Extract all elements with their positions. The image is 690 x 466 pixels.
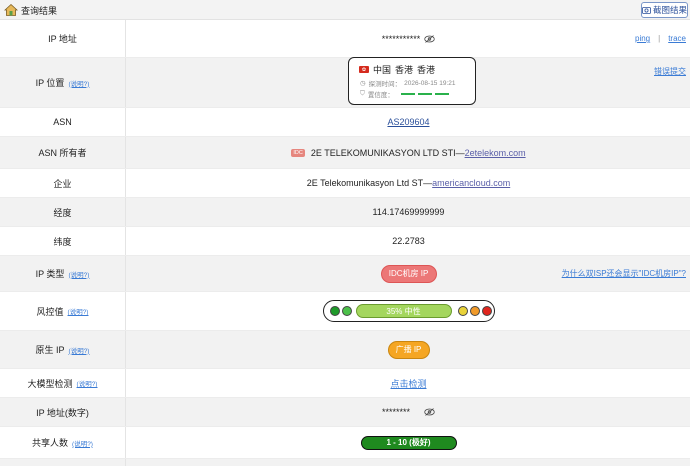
row-shared-users: 共享人数 (说明?) 1 - 10 (极好) [0, 427, 690, 459]
trace-link[interactable]: trace [668, 34, 686, 43]
ip-numeric-value: ******** [381, 407, 411, 417]
clock-icon: ◷ [360, 80, 366, 87]
ip-value: *********** [381, 33, 421, 44]
row-longitude: 经度 114.17469999999 [0, 198, 690, 227]
confidence-label: 置信度： [367, 92, 394, 99]
longitude-value: 114.17469999999 [372, 207, 445, 217]
label-latitude: 纬度 [53, 236, 72, 247]
probe-time: 2026-08-15 19:21 [404, 79, 456, 87]
asn-link[interactable]: AS209604 [387, 117, 429, 127]
idc-badge: IDC [291, 148, 305, 157]
label-risk: 风控值 [36, 306, 64, 317]
ping-link[interactable]: ping [635, 34, 650, 43]
row-asn: ASN AS209604 [0, 108, 690, 137]
row-location: IP 位置 (说明?) ✿ 中国 香港 香港 ◷ 探测时间： 2026-08-1… [0, 57, 690, 108]
risk-bar: 35% 中性 [355, 304, 452, 318]
row-native-ip: 原生 IP (说明?) 广播 IP [0, 331, 690, 369]
row-latitude: 纬度 22.2783 [0, 227, 690, 256]
label-location: IP 位置 [35, 78, 65, 88]
label-asn: ASN [53, 117, 72, 127]
company-link[interactable]: americancloud.com [432, 178, 510, 188]
eye-off-icon[interactable] [424, 34, 435, 43]
location-country: 中国 [373, 65, 392, 75]
help-link[interactable]: (说明?) [68, 78, 89, 88]
ip-type-question-link[interactable]: 为什么双ISP还会显示"IDC机房IP"? [562, 268, 686, 279]
native-ip-badge: 广播 IP [387, 340, 430, 359]
risk-dot [469, 306, 480, 316]
row-company: 企业 2E Telekomunikasyon Ltd ST— americanc… [0, 169, 690, 198]
latitude-value: 22.2783 [392, 236, 425, 246]
help-link[interactable]: (说明?) [72, 438, 93, 448]
row-risk: 风控值 (说明?) 35% 中性 [0, 292, 690, 331]
location-city: 香港 [417, 65, 436, 75]
row-next [0, 459, 690, 466]
shared-users-badge: 1 - 10 (极好) [360, 435, 457, 450]
asn-owner-link[interactable]: 2etelekom.com [465, 148, 526, 158]
shield-icon: ⛉ [360, 90, 365, 97]
report-error-link[interactable]: 错误提交 [654, 66, 686, 77]
confidence-bars [400, 93, 449, 95]
location-card: ✿ 中国 香港 香港 ◷ 探测时间： 2026-08-15 19:21 ⛉ 置信… [348, 57, 476, 105]
asn-owner-name: 2E TELEKOMUNIKASYON LTD STI— [310, 147, 465, 158]
company-name: 2E Telekomunikasyon Ltd ST— [306, 178, 433, 188]
ping-trace-separator: | [658, 34, 661, 43]
camera-icon [642, 7, 651, 14]
help-link[interactable]: (说明?) [77, 378, 98, 388]
row-llm-detect: 大模型检测 (说明?) 点击检测 [0, 369, 690, 398]
label-ip: IP 地址 [48, 34, 77, 44]
screenshot-label: 截图结果 [653, 5, 688, 15]
screenshot-button[interactable]: 截图结果 [641, 2, 688, 18]
title-bar: 查询结果 截图结果 [0, 0, 690, 20]
help-link[interactable]: (说明?) [68, 269, 89, 279]
label-company: 企业 [53, 178, 72, 189]
ip-type-badge: IDC机房 IP [380, 264, 437, 283]
label-ip-numeric: IP 地址(数字) [36, 407, 89, 418]
label-longitude: 经度 [53, 207, 72, 218]
label-llm-detect: 大模型检测 [27, 378, 73, 389]
risk-dot [481, 306, 492, 316]
risk-dot [457, 306, 468, 316]
label-asn-owner: ASN 所有者 [38, 148, 87, 158]
location-region: 香港 [395, 65, 414, 75]
row-ip-numeric: IP 地址(数字) ******** [0, 398, 690, 427]
risk-meter: 35% 中性 [322, 300, 495, 322]
help-link[interactable]: (说明?) [68, 306, 89, 316]
hk-flag-icon: ✿ [359, 66, 369, 73]
label-native-ip: 原生 IP [35, 345, 65, 355]
risk-dot [329, 306, 340, 316]
row-ip: IP 地址 *********** ping | trace [0, 20, 690, 58]
label-ip-type: IP 类型 [35, 269, 65, 279]
probe-label: 探测时间： [368, 81, 402, 88]
help-link[interactable]: (说明?) [69, 345, 90, 355]
risk-dot [341, 306, 352, 316]
page-title: 查询结果 [21, 6, 58, 16]
eye-off-icon[interactable] [424, 408, 435, 416]
row-asn-owner: ASN 所有者 IDC 2E TELEKOMUNIKASYON LTD STI—… [0, 137, 690, 169]
llm-detect-link[interactable]: 点击检测 [390, 377, 426, 390]
label-shared-users: 共享人数 [32, 438, 69, 448]
home-icon [4, 3, 18, 16]
row-ip-type: IP 类型 (说明?) IDC机房 IP 为什么双ISP还会显示"IDC机房IP… [0, 256, 690, 292]
